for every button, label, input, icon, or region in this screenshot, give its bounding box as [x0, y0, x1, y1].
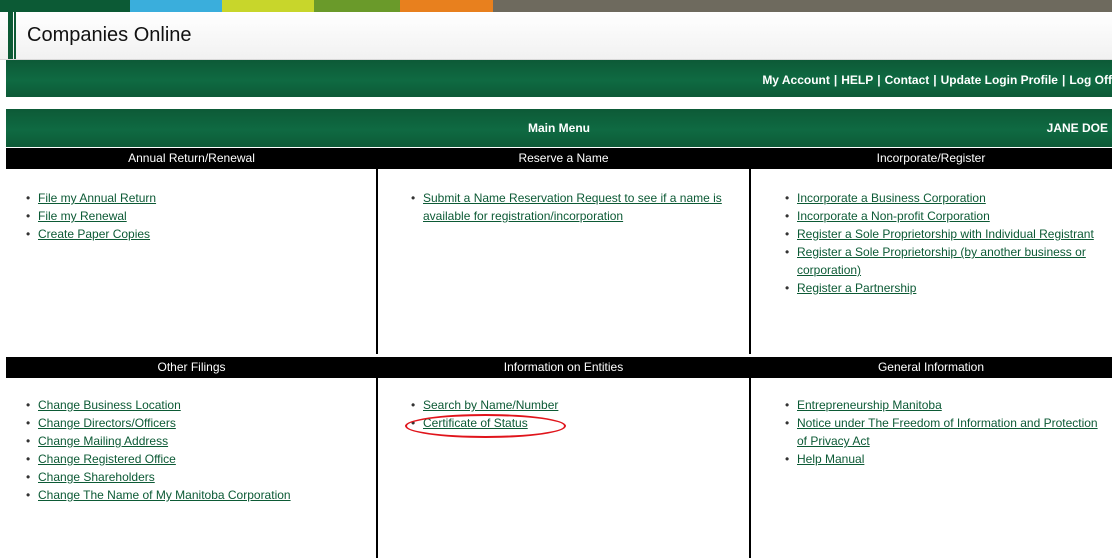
link-file-renewal[interactable]: File my Renewal — [38, 209, 127, 223]
link-change-registered-office[interactable]: Change Registered Office — [38, 452, 176, 466]
top-color-stripe — [0, 0, 1112, 12]
nav-separator: | — [933, 73, 937, 87]
link-incorporate-nonprofit-corporation[interactable]: Incorporate a Non-profit Corporation — [797, 209, 990, 223]
link-change-directors-officers[interactable]: Change Directors/Officers — [38, 416, 176, 430]
column-divider — [749, 357, 751, 558]
link-change-business-location[interactable]: Change Business Location — [38, 398, 181, 412]
highlight-circle-annotation — [405, 414, 566, 438]
reserve-name-links: Submit a Name Reservation Request to see… — [408, 189, 733, 225]
stripe-olive — [314, 0, 400, 12]
column-divider — [376, 357, 378, 558]
list-item: Change Shareholders — [23, 468, 368, 486]
app-title: Companies Online — [27, 24, 192, 46]
main-menu-title: Main Menu — [528, 121, 590, 135]
nav-links: My Account | HELP | Contact | Update Login Pro… — [762, 73, 1112, 87]
list-item: Change Registered Office — [23, 450, 368, 468]
section-heading-other-filings: Other Filings — [6, 357, 377, 378]
stripe-orange — [400, 0, 493, 12]
list-item: Entrepreneurship Manitoba — [782, 396, 1102, 414]
nav-separator: | — [877, 73, 881, 87]
list-item: Change Business Location — [23, 396, 368, 414]
stripe-lime — [222, 0, 314, 12]
link-change-corporation-name[interactable]: Change The Name of My Manitoba Corporati… — [38, 488, 291, 502]
annual-return-links: File my Annual Return File my Renewal Cr… — [23, 189, 363, 243]
section-incorporate-register: Incorporate a Business Corporation Incor… — [782, 189, 1102, 297]
link-change-shareholders[interactable]: Change Shareholders — [38, 470, 155, 484]
nav-my-account[interactable]: My Account — [762, 73, 830, 87]
nav-update-login-profile[interactable]: Update Login Profile — [941, 73, 1058, 87]
list-item: Create Paper Copies — [23, 225, 363, 243]
list-item: File my Annual Return — [23, 189, 363, 207]
section-reserve-name: Submit a Name Reservation Request to see… — [408, 189, 733, 225]
section-heading-reserve-name: Reserve a Name — [377, 148, 750, 169]
list-item: Register a Sole Proprietorship with Indi… — [782, 225, 1102, 243]
list-item: Incorporate a Non-profit Corporation — [782, 207, 1102, 225]
header-accent-bar — [8, 12, 13, 60]
link-register-sole-proprietorship-business[interactable]: Register a Sole Proprietorship (by anoth… — [797, 245, 1086, 277]
column-divider — [749, 148, 751, 354]
list-item: Change Directors/Officers — [23, 414, 368, 432]
main-menu-panel: Main Menu JANE DOE Annual Return/Renewal… — [6, 109, 1112, 558]
link-file-annual-return[interactable]: File my Annual Return — [38, 191, 156, 205]
list-item: File my Renewal — [23, 207, 363, 225]
list-item: Register a Sole Proprietorship (by anoth… — [782, 243, 1102, 279]
list-item: Help Manual — [782, 450, 1102, 468]
list-item: Register a Partnership — [782, 279, 1102, 297]
section-heading-general-information: General Information — [750, 357, 1112, 378]
stripe-blue — [130, 0, 222, 12]
link-register-sole-proprietorship-individual[interactable]: Register a Sole Proprietorship with Indi… — [797, 227, 1094, 241]
list-item: Change Mailing Address — [23, 432, 368, 450]
nav-contact[interactable]: Contact — [885, 73, 930, 87]
app-header: Companies Online — [0, 12, 1112, 60]
section-annual-return: File my Annual Return File my Renewal Cr… — [23, 189, 363, 243]
top-navbar: My Account | HELP | Contact | Update Login Pro… — [6, 60, 1112, 97]
link-create-paper-copies[interactable]: Create Paper Copies — [38, 227, 150, 241]
section-other-filings: Change Business Location Change Director… — [23, 396, 368, 504]
list-item: Submit a Name Reservation Request to see… — [408, 189, 733, 225]
user-name: JANE DOE — [1046, 121, 1108, 135]
list-item: Incorporate a Business Corporation — [782, 189, 1102, 207]
column-divider — [376, 148, 378, 354]
list-item: Notice under The Freedom of Information … — [782, 414, 1102, 450]
link-register-partnership[interactable]: Register a Partnership — [797, 281, 916, 295]
section-general-information: Entrepreneurship Manitoba Notice under T… — [782, 396, 1102, 468]
nav-log-off[interactable]: Log Off — [1069, 73, 1112, 87]
link-change-mailing-address[interactable]: Change Mailing Address — [38, 434, 168, 448]
section-heading-annual-return: Annual Return/Renewal — [6, 148, 377, 169]
general-information-links: Entrepreneurship Manitoba Notice under T… — [782, 396, 1102, 468]
link-entrepreneurship-manitoba[interactable]: Entrepreneurship Manitoba — [797, 398, 942, 412]
list-item: Search by Name/Number — [408, 396, 733, 414]
section-heading-incorporate-register: Incorporate/Register — [750, 148, 1112, 169]
nav-separator: | — [833, 73, 838, 87]
link-freedom-of-information-notice[interactable]: Notice under The Freedom of Information … — [797, 416, 1098, 448]
link-incorporate-business-corporation[interactable]: Incorporate a Business Corporation — [797, 191, 986, 205]
link-search-by-name-number[interactable]: Search by Name/Number — [423, 398, 558, 412]
nav-separator: | — [1061, 73, 1066, 87]
link-name-reservation-request[interactable]: Submit a Name Reservation Request to see… — [423, 191, 722, 223]
stripe-green — [0, 0, 130, 12]
nav-help[interactable]: HELP — [841, 73, 873, 87]
section-heading-information-on-entities: Information on Entities — [377, 357, 750, 378]
header-accent-bar-thin — [14, 12, 16, 60]
stripe-gray — [493, 0, 1112, 12]
incorporate-register-links: Incorporate a Business Corporation Incor… — [782, 189, 1102, 297]
main-menu-header: Main Menu JANE DOE — [6, 109, 1112, 147]
link-help-manual[interactable]: Help Manual — [797, 452, 864, 466]
other-filings-links: Change Business Location Change Director… — [23, 396, 368, 504]
list-item: Change The Name of My Manitoba Corporati… — [23, 486, 368, 504]
